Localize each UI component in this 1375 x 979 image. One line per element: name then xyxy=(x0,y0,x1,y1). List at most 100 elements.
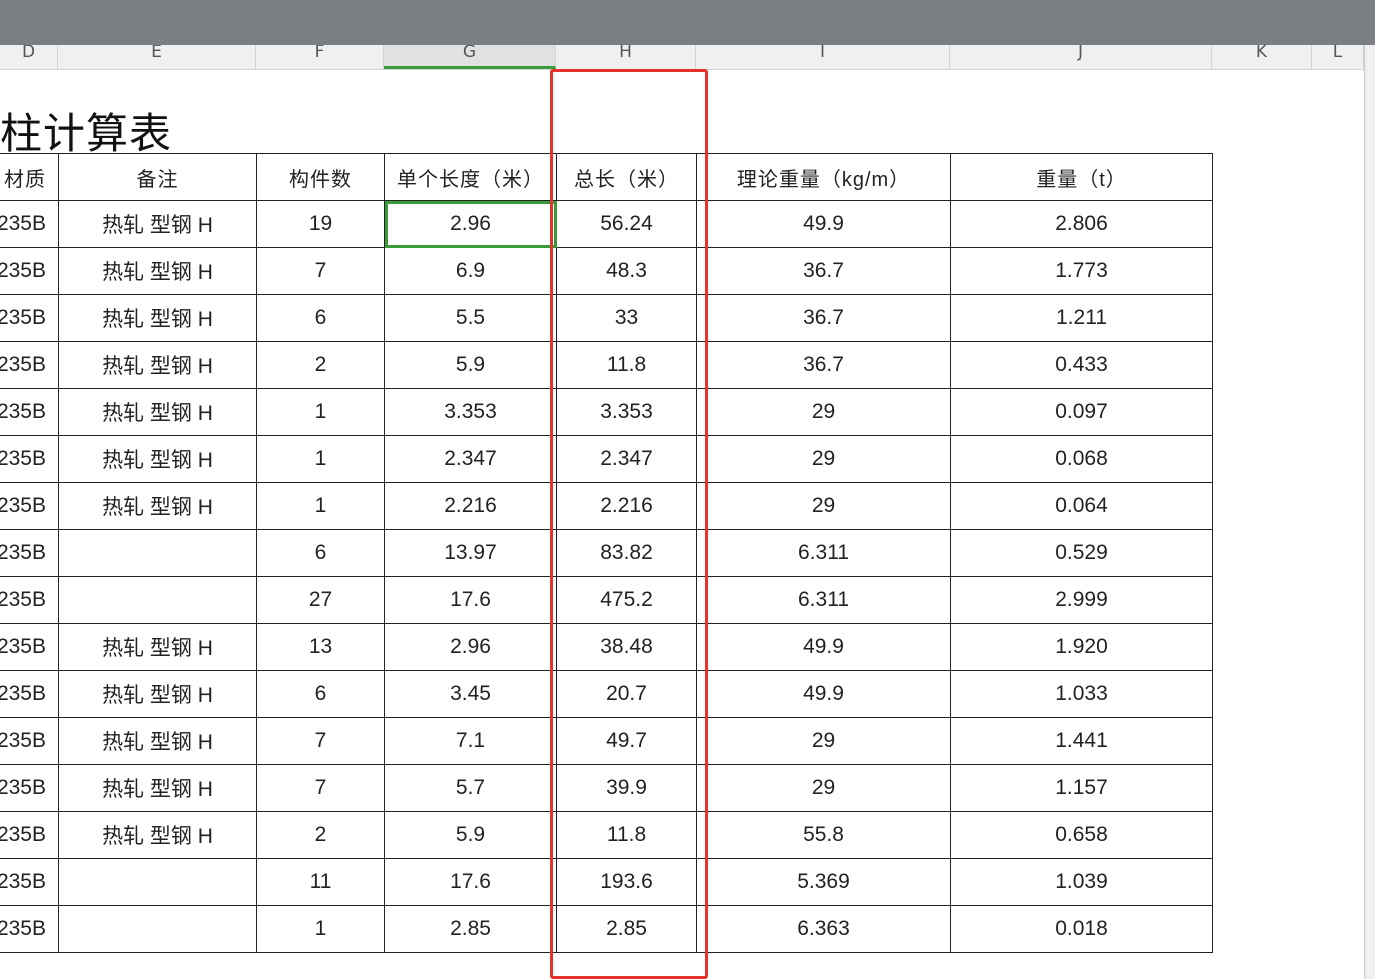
cell-count[interactable]: 19 xyxy=(256,200,385,248)
cell-remark[interactable]: 热轧 型钢 H xyxy=(58,717,257,765)
cell-weight[interactable]: 2.806 xyxy=(950,200,1213,248)
cell-unit-length[interactable]: 17.6 xyxy=(384,576,557,624)
column-header-f[interactable]: F xyxy=(256,45,384,69)
cell-unit-length[interactable]: 7.1 xyxy=(384,717,557,765)
cell-material[interactable]: Q235B xyxy=(0,482,59,530)
cell-remark[interactable]: 热轧 型钢 H xyxy=(58,670,257,718)
cell-unit-length[interactable]: 2.347 xyxy=(384,435,557,483)
cell-unit-length[interactable]: 2.96 xyxy=(384,200,557,248)
cell-material[interactable]: Q235B xyxy=(0,341,59,389)
cell-theoretical-weight[interactable]: 6.311 xyxy=(696,529,951,577)
cell-remark[interactable] xyxy=(58,858,257,906)
column-header-j[interactable]: J xyxy=(950,45,1212,69)
header-theoretical-weight[interactable]: 理论重量（kg/m） xyxy=(696,153,951,201)
cell-unit-length[interactable]: 2.96 xyxy=(384,623,557,671)
cell-count[interactable]: 7 xyxy=(256,247,385,295)
cell-unit-length[interactable]: 17.6 xyxy=(384,858,557,906)
cell-count[interactable]: 1 xyxy=(256,905,385,953)
cell-unit-length[interactable]: 2.216 xyxy=(384,482,557,530)
cell-weight[interactable]: 1.157 xyxy=(950,764,1213,812)
cell-unit-length[interactable]: 5.9 xyxy=(384,811,557,859)
cell-remark[interactable]: 热轧 型钢 H xyxy=(58,341,257,389)
cell-theoretical-weight[interactable]: 6.311 xyxy=(696,576,951,624)
cell-weight[interactable]: 2.999 xyxy=(950,576,1213,624)
cell-total-length[interactable]: 193.6 xyxy=(556,858,697,906)
cell-total-length[interactable]: 3.353 xyxy=(556,388,697,436)
cell-material[interactable]: Q235B xyxy=(0,576,59,624)
cell-count[interactable]: 6 xyxy=(256,529,385,577)
cell-total-length[interactable]: 56.24 xyxy=(556,200,697,248)
cell-total-length[interactable]: 475.2 xyxy=(556,576,697,624)
cell-remark[interactable]: 热轧 型钢 H xyxy=(58,623,257,671)
cell-material[interactable]: Q235B xyxy=(0,247,59,295)
cell-unit-length[interactable]: 5.5 xyxy=(384,294,557,342)
cell-theoretical-weight[interactable]: 49.9 xyxy=(696,623,951,671)
cell-theoretical-weight[interactable]: 29 xyxy=(696,388,951,436)
cell-total-length[interactable]: 11.8 xyxy=(556,341,697,389)
cell-theoretical-weight[interactable]: 29 xyxy=(696,435,951,483)
cell-material[interactable]: Q235B xyxy=(0,764,59,812)
cell-count[interactable]: 6 xyxy=(256,294,385,342)
cell-weight[interactable]: 1.773 xyxy=(950,247,1213,295)
cell-material[interactable]: Q235B xyxy=(0,670,59,718)
cell-total-length[interactable]: 2.216 xyxy=(556,482,697,530)
cell-remark[interactable]: 热轧 型钢 H xyxy=(58,482,257,530)
cell-unit-length[interactable]: 13.97 xyxy=(384,529,557,577)
cell-material[interactable]: Q235B xyxy=(0,435,59,483)
cell-theoretical-weight[interactable]: 49.9 xyxy=(696,200,951,248)
cell-weight[interactable]: 0.097 xyxy=(950,388,1213,436)
cell-remark[interactable]: 热轧 型钢 H xyxy=(58,764,257,812)
cell-theoretical-weight[interactable]: 29 xyxy=(696,482,951,530)
cell-count[interactable]: 1 xyxy=(256,388,385,436)
column-header-i[interactable]: I xyxy=(696,45,950,69)
cell-remark[interactable]: 热轧 型钢 H xyxy=(58,294,257,342)
cell-total-length[interactable]: 48.3 xyxy=(556,247,697,295)
cell-weight[interactable]: 0.068 xyxy=(950,435,1213,483)
cell-total-length[interactable]: 33 xyxy=(556,294,697,342)
column-header-k[interactable]: K xyxy=(1212,45,1312,69)
cell-material[interactable]: Q235B xyxy=(0,388,59,436)
cell-theoretical-weight[interactable]: 6.363 xyxy=(696,905,951,953)
cell-remark[interactable] xyxy=(58,905,257,953)
cell-count[interactable]: 7 xyxy=(256,764,385,812)
cell-unit-length[interactable]: 6.9 xyxy=(384,247,557,295)
cell-material[interactable]: Q235B xyxy=(0,717,59,765)
column-header-d[interactable]: D xyxy=(0,45,58,69)
cell-total-length[interactable]: 49.7 xyxy=(556,717,697,765)
vertical-scrollbar[interactable] xyxy=(1364,45,1375,979)
cell-remark[interactable]: 热轧 型钢 H xyxy=(58,247,257,295)
header-remark[interactable]: 备注 xyxy=(58,153,257,201)
cell-weight[interactable]: 1.211 xyxy=(950,294,1213,342)
cell-weight[interactable]: 1.033 xyxy=(950,670,1213,718)
cell-material[interactable]: Q235B xyxy=(0,858,59,906)
cell-remark[interactable]: 热轧 型钢 H xyxy=(58,388,257,436)
cell-theoretical-weight[interactable]: 49.9 xyxy=(696,670,951,718)
cell-unit-length[interactable]: 5.7 xyxy=(384,764,557,812)
cell-total-length[interactable]: 83.82 xyxy=(556,529,697,577)
cell-count[interactable]: 11 xyxy=(256,858,385,906)
cell-count[interactable]: 2 xyxy=(256,811,385,859)
cell-material[interactable]: Q235B xyxy=(0,294,59,342)
cell-unit-length[interactable]: 3.353 xyxy=(384,388,557,436)
header-total-length[interactable]: 总长（米） xyxy=(556,153,697,201)
cell-count[interactable]: 6 xyxy=(256,670,385,718)
cell-remark[interactable]: 热轧 型钢 H xyxy=(58,200,257,248)
cell-material[interactable]: Q235B xyxy=(0,200,59,248)
cell-count[interactable]: 2 xyxy=(256,341,385,389)
column-header-e[interactable]: E xyxy=(58,45,256,69)
header-count[interactable]: 构件数 xyxy=(256,153,385,201)
cell-theoretical-weight[interactable]: 29 xyxy=(696,717,951,765)
cell-weight[interactable]: 1.039 xyxy=(950,858,1213,906)
column-header-h[interactable]: H xyxy=(556,45,696,69)
cell-unit-length[interactable]: 2.85 xyxy=(384,905,557,953)
cell-material[interactable]: Q235B xyxy=(0,905,59,953)
cell-theoretical-weight[interactable]: 36.7 xyxy=(696,247,951,295)
header-material[interactable]: 材质 xyxy=(0,153,59,201)
cell-count[interactable]: 27 xyxy=(256,576,385,624)
cell-weight[interactable]: 0.658 xyxy=(950,811,1213,859)
cell-unit-length[interactable]: 5.9 xyxy=(384,341,557,389)
cell-remark[interactable]: 热轧 型钢 H xyxy=(58,435,257,483)
cell-theoretical-weight[interactable]: 55.8 xyxy=(696,811,951,859)
cell-total-length[interactable]: 39.9 xyxy=(556,764,697,812)
cell-material[interactable]: Q235B xyxy=(0,811,59,859)
